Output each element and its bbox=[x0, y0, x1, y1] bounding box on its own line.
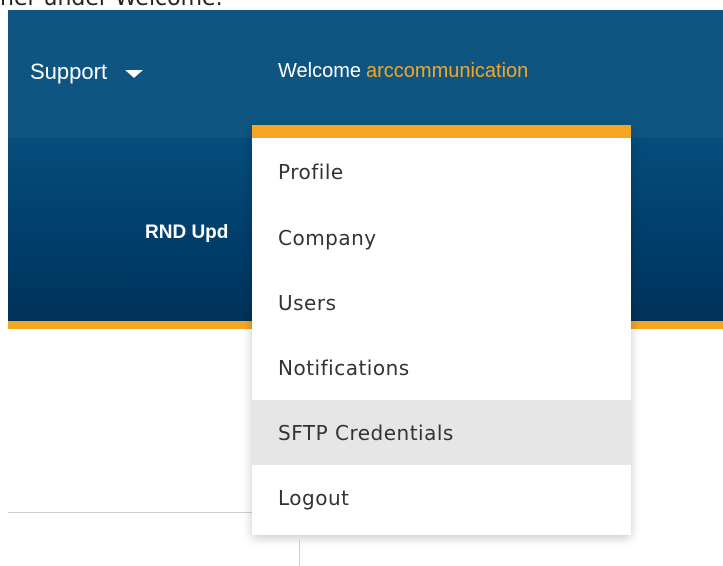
menu-item-label: Logout bbox=[278, 485, 350, 510]
welcome-label: Welcome bbox=[278, 60, 361, 82]
menu-item-notifications[interactable]: Notifications bbox=[252, 335, 631, 400]
support-menu-button[interactable]: Support bbox=[30, 59, 144, 85]
user-dropdown-menu: Profile Company Users Notifications SFTP… bbox=[252, 125, 631, 535]
support-label: Support bbox=[30, 59, 108, 84]
menu-item-label: Notifications bbox=[278, 355, 410, 380]
menu-item-users[interactable]: Users bbox=[252, 270, 631, 335]
menu-item-company[interactable]: Company bbox=[252, 205, 631, 270]
menu-item-label: Company bbox=[278, 225, 377, 250]
menu-item-label: SFTP Credentials bbox=[278, 420, 454, 445]
top-nav-bar: Support Welcome arccommunication bbox=[8, 10, 723, 138]
user-menu-toggle[interactable]: Welcome arccommunication bbox=[278, 60, 528, 83]
hero-title: RND Upd bbox=[145, 222, 229, 243]
menu-item-label: Users bbox=[278, 290, 337, 315]
menu-item-logout[interactable]: Logout bbox=[252, 465, 631, 530]
caret-down-icon bbox=[125, 69, 144, 78]
content-column-divider bbox=[299, 540, 300, 566]
page: ner under Welcome. Support Welcomearccom… bbox=[0, 0, 723, 566]
menu-item-sftp-credentials[interactable]: SFTP Credentials bbox=[252, 400, 631, 465]
menu-item-profile[interactable]: Profile bbox=[252, 138, 631, 205]
menu-item-label: Profile bbox=[278, 159, 344, 184]
username-label: arccommunication bbox=[366, 60, 529, 82]
